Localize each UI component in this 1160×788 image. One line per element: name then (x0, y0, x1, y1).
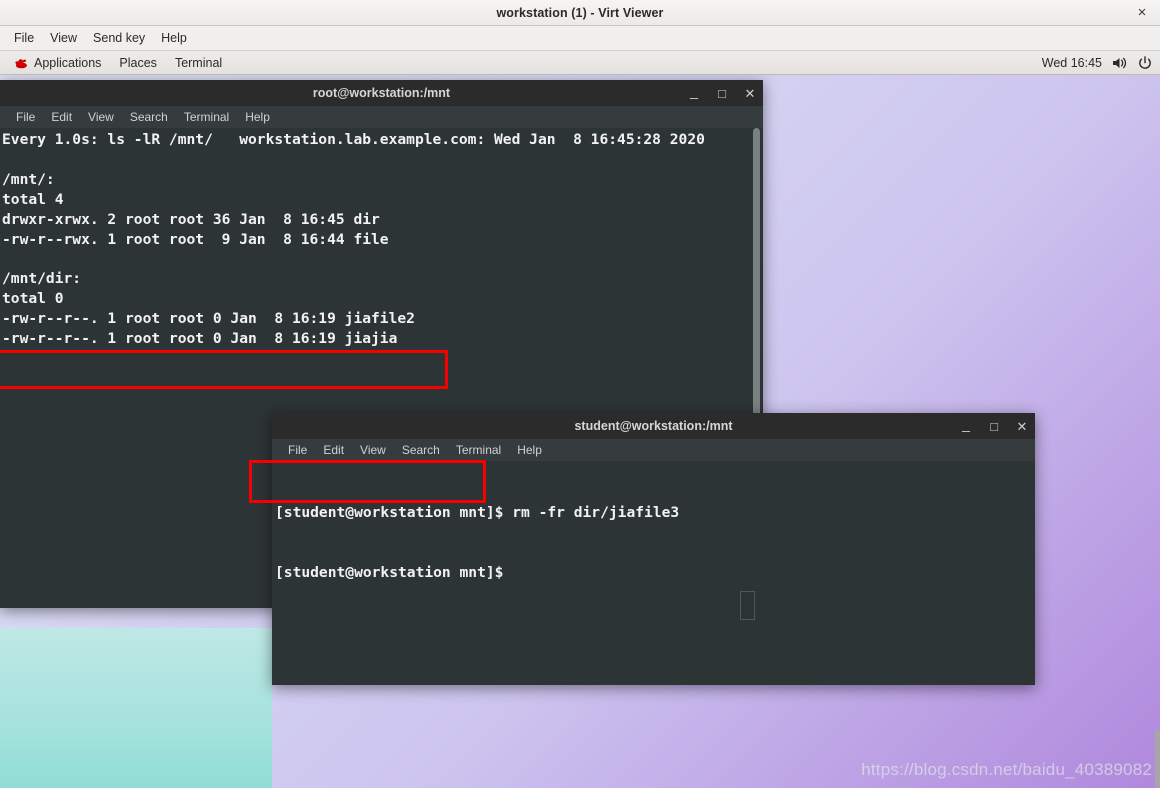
terminal-student-line-1: [student@workstation mnt]$ rm -fr dir/ji… (275, 503, 1035, 523)
terminal-student-title: student@workstation:/mnt (574, 419, 733, 433)
terminal-menu-search[interactable]: Search (122, 108, 176, 126)
terminal-menu-view[interactable]: View (80, 108, 122, 126)
menu-file[interactable]: File (7, 29, 41, 47)
menu-help[interactable]: Help (154, 29, 194, 47)
terminal-window-student[interactable]: student@workstation:/mnt _ □ ✕ File Edit… (272, 413, 1035, 685)
desktop: root@workstation:/mnt _ □ ✕ File Edit Vi… (0, 75, 1160, 788)
terminal-window-menu[interactable]: Terminal (166, 54, 231, 72)
window-titlebar: workstation (1) - Virt Viewer × (0, 0, 1160, 26)
shell-prompt: [student@workstation mnt]$ (275, 503, 513, 521)
gnome-panel-left: Applications Places Terminal (0, 54, 231, 72)
terminal-menu-search[interactable]: Search (394, 441, 448, 459)
terminal-student-titlebar: student@workstation:/mnt _ □ ✕ (272, 413, 1035, 439)
gnome-panel-right: Wed 16:45 (1042, 56, 1160, 70)
close-icon[interactable]: ✕ (1015, 419, 1029, 433)
terminal-student-line-2: [student@workstation mnt]$ (275, 563, 1035, 583)
terminal-menu-terminal[interactable]: Terminal (176, 108, 237, 126)
minimize-icon[interactable]: _ (687, 84, 701, 100)
gnome-top-panel: Applications Places Terminal Wed 16:45 (0, 51, 1160, 75)
maximize-icon[interactable]: □ (987, 419, 1001, 433)
applications-menu[interactable]: Applications (5, 54, 110, 72)
terminal-menu-terminal[interactable]: Terminal (448, 441, 509, 459)
terminal-student-output: [student@workstation mnt]$ rm -fr dir/ji… (272, 461, 1035, 622)
terminal-menu-edit[interactable]: Edit (315, 441, 352, 459)
window-title: workstation (1) - Virt Viewer (496, 5, 664, 20)
clock[interactable]: Wed 16:45 (1042, 56, 1102, 70)
terminal-menu-file[interactable]: File (8, 108, 43, 126)
terminal-root-output: Every 1.0s: ls -lR /mnt/ workstation.lab… (2, 131, 705, 348)
terminal-root-menubar: File Edit View Search Terminal Help (0, 106, 763, 128)
window-menubar: File View Send key Help (0, 26, 1160, 51)
terminal-root-title: root@workstation:/mnt (312, 86, 451, 100)
terminal-menu-edit[interactable]: Edit (43, 108, 80, 126)
volume-icon[interactable] (1112, 56, 1128, 70)
shell-prompt: [student@workstation mnt]$ (275, 563, 513, 581)
terminal-student-body[interactable]: [student@workstation mnt]$ rm -fr dir/ji… (272, 461, 1035, 685)
desktop-scrollbar[interactable] (1155, 730, 1160, 788)
places-menu[interactable]: Places (110, 54, 166, 72)
maximize-icon[interactable]: □ (715, 86, 729, 100)
wallpaper-teal-panel (0, 628, 272, 788)
terminal-menu-view[interactable]: View (352, 441, 394, 459)
close-icon[interactable]: × (1132, 3, 1152, 23)
terminal-student-menubar: File Edit View Search Terminal Help (272, 439, 1035, 461)
menu-view[interactable]: View (43, 29, 84, 47)
terminal-menu-help[interactable]: Help (509, 441, 550, 459)
shell-command: rm -fr dir/jiafile3 (512, 503, 680, 521)
terminal-student-cursor-box (740, 591, 755, 620)
power-icon[interactable] (1138, 55, 1152, 70)
virt-viewer-window: workstation (1) - Virt Viewer × File Vie… (0, 0, 1160, 788)
menu-send-key[interactable]: Send key (86, 29, 152, 47)
terminal-root-titlebar: root@workstation:/mnt _ □ ✕ (0, 80, 763, 106)
red-hat-icon (15, 58, 27, 68)
minimize-icon[interactable]: _ (959, 417, 973, 433)
applications-label: Applications (34, 55, 102, 70)
terminal-student-window-buttons: _ □ ✕ (959, 413, 1029, 439)
terminal-menu-help[interactable]: Help (237, 108, 278, 126)
terminal-menu-file[interactable]: File (280, 441, 315, 459)
terminal-root-window-buttons: _ □ ✕ (687, 80, 757, 106)
watermark: https://blog.csdn.net/baidu_40389082 (861, 760, 1152, 779)
close-icon[interactable]: ✕ (743, 86, 757, 100)
